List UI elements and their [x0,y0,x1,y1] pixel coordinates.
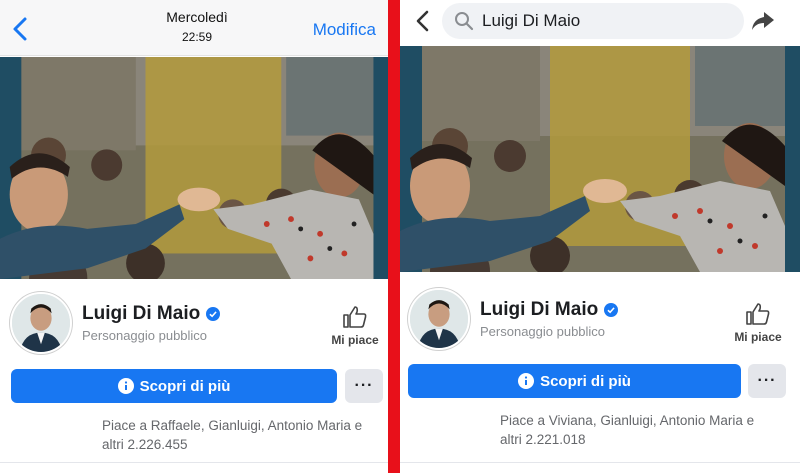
facebook-search-bar: Luigi Di Maio [400,0,800,46]
verified-badge-icon [604,303,619,317]
verified-badge-icon [206,307,221,321]
likes-summary: Piace a Viviana, Gianluigi, Antonio Mari… [500,411,800,449]
avatar[interactable] [408,288,470,350]
page-name-row: Luigi Di Maio [480,299,619,321]
page-category: Personaggio pubblico [480,324,606,339]
right-screenshot-panel: Luigi Di Maio Luigi Di Maio Personaggio … [400,0,800,473]
likes-summary: Piace a Raffaele, Gianluigi, Antonio Mar… [102,416,388,454]
divider [400,462,800,463]
avatar[interactable] [10,292,72,354]
like-label: Mi piace [331,333,379,347]
likes-summary-line2: altri 2.226.455 [102,437,188,452]
edit-button[interactable]: Modifica [313,20,376,40]
ios-navigation-bar: Mercoledì 22:59 Modifica [0,0,388,56]
search-value: Luigi Di Maio [482,11,581,30]
like-label: Mi piace [734,330,782,344]
like-button[interactable]: Mi piace [325,305,385,347]
page-name: Luigi Di Maio [480,299,599,320]
search-input[interactable]: Luigi Di Maio [442,3,744,39]
cover-image [400,46,800,272]
divider [0,462,388,463]
learn-more-label: Scopri di più [540,372,631,390]
cover-photo[interactable] [400,46,800,272]
learn-more-label: Scopri di più [139,377,231,395]
page-name: Luigi Di Maio [82,303,201,324]
left-screenshot-panel: Mercoledì 22:59 Modifica Luigi Di Maio P… [0,0,388,473]
likes-summary-line2: altri 2.221.018 [500,432,586,447]
more-options-button[interactable]: ··· [748,364,786,398]
cover-image [0,57,388,279]
search-icon [455,12,474,31]
likes-summary-line1: Piace a Raffaele, Gianluigi, Antonio Mar… [102,418,363,433]
like-button[interactable]: Mi piace [728,302,788,344]
likes-summary-line1: Piace a Viviana, Gianluigi, Antonio Mari… [500,413,755,428]
info-icon [117,378,134,394]
learn-more-button[interactable]: Scopri di più [408,364,741,398]
thumbs-up-icon [746,303,770,325]
more-options-button[interactable]: ··· [345,369,383,403]
learn-more-button[interactable]: Scopri di più [11,369,337,403]
info-icon [518,373,535,389]
page-name-row: Luigi Di Maio [82,303,221,325]
chevron-left-icon[interactable] [414,9,432,33]
thumbs-up-icon [343,306,367,328]
cover-photo[interactable] [0,57,388,279]
red-divider [388,0,400,473]
page-category: Personaggio pubblico [82,328,208,343]
share-arrow-icon[interactable] [750,8,776,34]
